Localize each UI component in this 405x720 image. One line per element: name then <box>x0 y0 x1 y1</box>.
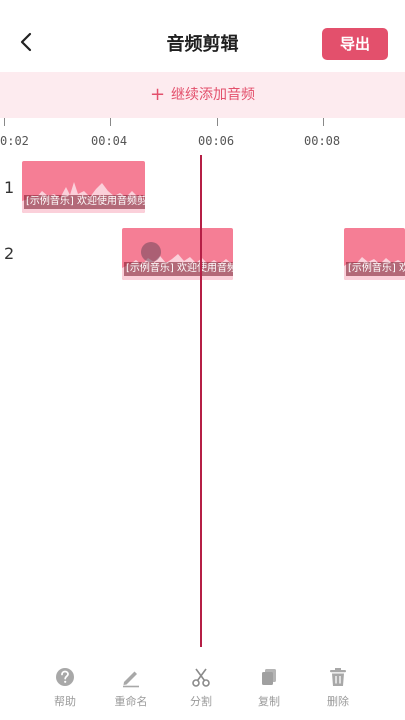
ruler-tick-label: 00:06 <box>198 134 235 148</box>
clip-label: [示例音乐] 欢迎使用音频剪 <box>24 195 145 209</box>
clip-label: [示例音乐] 欢 <box>346 262 405 276</box>
ruler-tick-label: 00:04 <box>91 134 128 148</box>
scissors-icon <box>192 668 210 687</box>
ruler-tick-label: 0:02 <box>0 134 29 148</box>
bottom-toolbar: 帮助 重命名 分割 复制 删除 <box>0 660 405 720</box>
audio-clip[interactable]: [示例音乐] 欢迎使用音频剪 <box>122 228 233 280</box>
ruler-tick <box>4 118 5 126</box>
copy-button[interactable]: 复制 <box>242 666 296 709</box>
audio-clip[interactable]: [示例音乐] 欢 <box>344 228 405 280</box>
delete-label: 删除 <box>327 695 349 708</box>
playhead[interactable] <box>200 155 202 647</box>
ruler-tick <box>110 118 111 126</box>
audio-clip[interactable]: [示例音乐] 欢迎使用音频剪 <box>22 161 145 213</box>
track-number: 2 <box>4 244 15 263</box>
help-label: 帮助 <box>54 695 76 708</box>
pencil-icon <box>123 671 139 688</box>
help-button[interactable]: 帮助 <box>38 666 92 709</box>
ruler-tick-label: 00:08 <box>304 134 341 148</box>
ruler-tick <box>217 118 218 126</box>
plus-icon: + <box>149 84 166 105</box>
copy-label: 复制 <box>258 695 280 708</box>
rename-button[interactable]: 重命名 <box>104 666 158 709</box>
add-audio-label: 继续添加音频 <box>171 87 256 103</box>
help-icon <box>56 668 74 686</box>
export-button[interactable]: 导出 <box>322 28 388 60</box>
top-bar: 音频剪辑 导出 <box>0 0 405 70</box>
ruler-tick <box>323 118 324 126</box>
copy-icon <box>262 669 276 685</box>
track-number: 1 <box>4 178 15 197</box>
clip-label: [示例音乐] 欢迎使用音频剪 <box>124 262 233 276</box>
trash-icon <box>330 668 346 686</box>
split-button[interactable]: 分割 <box>174 666 228 709</box>
rename-label: 重命名 <box>114 695 148 708</box>
add-audio-button[interactable]: + 继续添加音频 <box>0 72 405 118</box>
delete-button[interactable]: 删除 <box>311 666 365 709</box>
split-label: 分割 <box>190 695 212 708</box>
touch-indicator <box>141 242 161 262</box>
time-ruler[interactable]: 0:02 00:04 00:06 00:08 <box>0 118 405 158</box>
